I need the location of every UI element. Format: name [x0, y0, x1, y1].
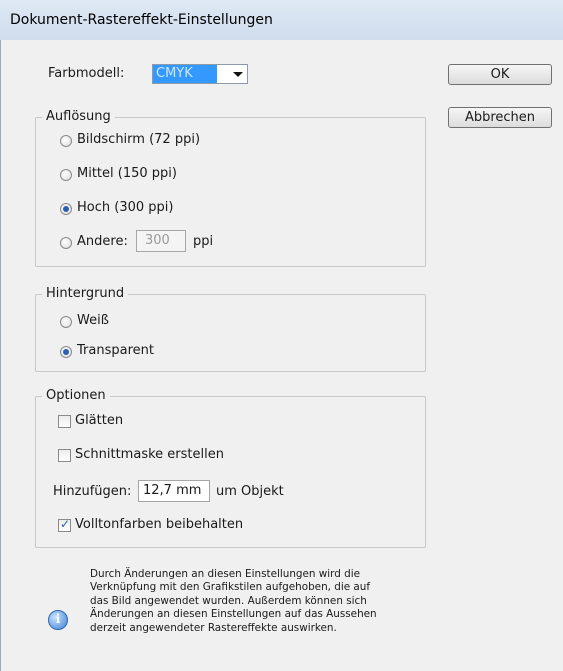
smooth-label: Glätten	[75, 413, 124, 428]
add-suffix-label: um Objekt	[216, 484, 284, 499]
resolution-medium-radio[interactable]	[60, 169, 72, 181]
title-bar: Dokument-Rastereffekt-Einstellungen	[0, 0, 563, 41]
add-margin-input[interactable]: 12,7 mm	[138, 480, 210, 502]
window-title: Dokument-Rastereffekt-Einstellungen	[10, 12, 273, 28]
background-group: Hintergrund	[35, 286, 426, 372]
resolution-other-radio[interactable]	[60, 237, 72, 249]
background-transparent-label: Transparent	[77, 343, 154, 358]
chevron-down-icon	[233, 72, 243, 77]
resolution-screen-label: Bildschirm (72 ppi)	[77, 132, 201, 147]
info-line: derzeit angewendeter Rastereffekte auswi…	[90, 621, 337, 634]
info-line: Änderungen an diesen Einstellungen auf d…	[90, 608, 377, 621]
smooth-checkbox[interactable]	[58, 415, 71, 428]
color-model-value: CMYK	[153, 65, 217, 83]
spot-colors-label: Volltonfarben beibehalten	[75, 517, 244, 532]
info-icon: i	[48, 610, 68, 630]
resolution-other-unit: ppi	[193, 234, 214, 249]
resolution-other-label: Andere:	[77, 234, 128, 249]
info-line: Durch Änderungen an diesen Einstellungen…	[90, 568, 361, 580]
cancel-button[interactable]: Abbrechen	[448, 107, 552, 128]
spot-colors-checkbox[interactable]	[58, 517, 71, 532]
background-white-label: Weiß	[77, 313, 109, 328]
clip-mask-checkbox[interactable]	[58, 449, 71, 462]
ok-button[interactable]: OK	[448, 64, 552, 85]
info-text: Durch Änderungen an diesen Einstellungen…	[90, 568, 390, 635]
background-white-radio[interactable]	[60, 316, 72, 328]
resolution-other-input[interactable]: 300	[136, 230, 186, 252]
background-legend: Hintergrund	[42, 286, 129, 301]
info-line: Verknüpfung mit den Grafikstilen aufgeho…	[90, 581, 371, 594]
info-line: das Bild angewendet wurden. Außerdem kön…	[90, 594, 367, 607]
color-model-select[interactable]: CMYK	[152, 64, 248, 84]
add-label: Hinzufügen:	[53, 484, 132, 499]
resolution-high-label: Hoch (300 ppi)	[77, 200, 174, 215]
background-transparent-radio[interactable]	[60, 346, 72, 358]
resolution-legend: Auflösung	[42, 109, 115, 124]
resolution-medium-label: Mittel (150 ppi)	[77, 166, 177, 181]
resolution-screen-radio[interactable]	[60, 135, 72, 147]
resolution-high-radio[interactable]	[60, 203, 72, 215]
clip-mask-label: Schnittmaske erstellen	[75, 447, 224, 462]
color-model-label: Farbmodell:	[48, 66, 125, 81]
options-legend: Optionen	[42, 388, 110, 403]
